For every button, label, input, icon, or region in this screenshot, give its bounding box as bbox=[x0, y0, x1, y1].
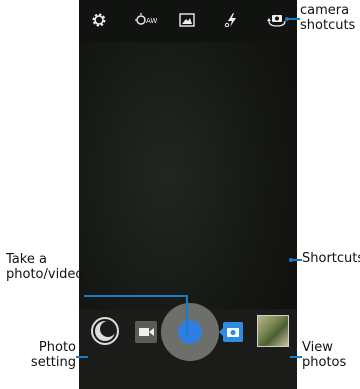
view-photos-pointer bbox=[290, 356, 302, 358]
shortcuts-dot bbox=[289, 258, 293, 262]
camera-shotcuts-label: camera shotcuts bbox=[300, 3, 355, 33]
camera-mode-icon[interactable] bbox=[219, 320, 243, 344]
take-photo-line2: photo/video bbox=[6, 267, 84, 282]
camera-screen: AW bbox=[79, 0, 297, 389]
view-photos-line1: View bbox=[302, 340, 333, 355]
photo-setting-line1: Photo bbox=[38, 340, 76, 355]
photo-setting-pointer bbox=[76, 356, 88, 358]
take-photo-pointer-v bbox=[186, 295, 188, 337]
camera-shotcuts-line2: shotcuts bbox=[300, 18, 356, 33]
view-photos-line2: photos bbox=[302, 355, 347, 370]
shutter-dot bbox=[178, 320, 202, 344]
video-mode-icon[interactable] bbox=[135, 321, 157, 343]
camera-shotcuts-line1: camera bbox=[300, 3, 350, 18]
take-photo-label: Take a photo/video bbox=[6, 252, 83, 282]
shortcuts-label: Shortcuts bbox=[302, 251, 360, 266]
camera-shortcuts-bar: AW bbox=[79, 0, 297, 42]
white-balance-label: AW bbox=[146, 17, 157, 25]
photo-setting-icon[interactable] bbox=[90, 316, 120, 346]
photo-setting-line2: setting bbox=[30, 355, 76, 370]
take-photo-line1: Take a bbox=[6, 252, 47, 267]
view-photos-label: View photos bbox=[302, 340, 346, 370]
photo-setting-label: Photo setting bbox=[28, 340, 76, 370]
take-photo-pointer-h bbox=[84, 295, 188, 297]
shutter-button[interactable] bbox=[161, 303, 219, 361]
gear-icon[interactable] bbox=[89, 10, 109, 30]
white-balance-icon[interactable]: AW bbox=[134, 10, 160, 30]
scene-icon[interactable] bbox=[177, 10, 197, 30]
shortcuts-pointer bbox=[292, 259, 302, 261]
camera-shotcuts-pointer bbox=[288, 18, 300, 20]
flash-icon[interactable] bbox=[222, 10, 242, 30]
camera-shotcuts-dot bbox=[285, 17, 289, 21]
gallery-thumbnail[interactable] bbox=[257, 315, 289, 347]
